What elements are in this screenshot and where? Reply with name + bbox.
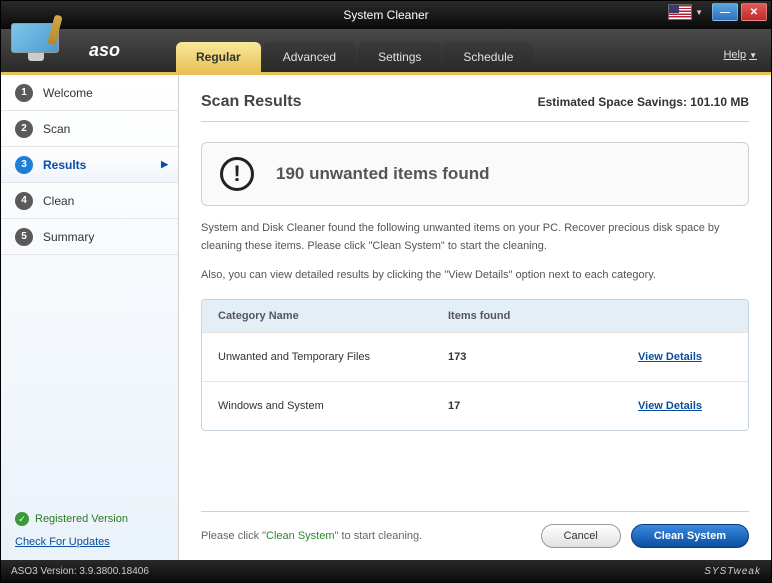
version-text: ASO3 Version: 3.9.3800.18406 [11,566,149,577]
registered-label: Registered Version [35,513,128,525]
step-label: Welcome [43,86,93,100]
sidebar: 1 Welcome 2 Scan 3 Results ▶ 4 Clean 5 S… [1,75,179,560]
sidebar-step-scan[interactable]: 2 Scan [1,111,178,147]
footer-highlight: Clean System [266,530,334,542]
footer-hint: Please click "Clean System" to start cle… [201,530,422,542]
tab-schedule[interactable]: Schedule [443,42,533,72]
help-link[interactable]: Help ▼ [723,49,757,61]
row-name: Unwanted and Temporary Files [218,351,448,363]
content: Scan Results Estimated Space Savings: 10… [179,75,771,560]
step-label: Clean [43,194,74,208]
cancel-button[interactable]: Cancel [541,524,621,548]
row-name: Windows and System [218,400,448,412]
sidebar-bottom: ✓ Registered Version Check For Updates [1,500,178,560]
step-num: 3 [15,156,33,174]
col-items: Items found [448,310,608,322]
view-details-link[interactable]: View Details [638,400,702,412]
step-label: Scan [43,122,70,136]
main-tabs: Regular Advanced Settings Schedule [176,42,535,72]
alert-box: ! 190 unwanted items found [201,142,749,206]
sidebar-step-summary[interactable]: 5 Summary [1,219,178,255]
step-label: Results [43,158,86,172]
app-window: System Cleaner ▼ — ✕ aso Regular Advance… [0,0,772,583]
language-flag-icon[interactable] [668,4,692,20]
step-num: 5 [15,228,33,246]
tab-regular[interactable]: Regular [176,42,261,72]
col-category: Category Name [218,310,448,322]
close-button[interactable]: ✕ [741,3,767,21]
check-icon: ✓ [15,512,29,526]
titlebar-controls: ▼ — ✕ [668,3,767,21]
description-1: System and Disk Cleaner found the follow… [201,220,749,255]
table-header: Category Name Items found [202,300,748,332]
footer-buttons: Cancel Clean System [541,524,749,548]
savings-value: 101.10 MB [690,95,749,109]
page-title: Scan Results [201,93,301,111]
help-label: Help [723,49,746,61]
check-updates-link[interactable]: Check For Updates [15,536,164,548]
col-actions [608,310,732,322]
tab-advanced[interactable]: Advanced [263,42,356,72]
header: aso Regular Advanced Settings Schedule H… [1,29,771,75]
results-table: Category Name Items found Unwanted and T… [201,299,749,431]
description-2: Also, you can view detailed results by c… [201,269,749,281]
space-savings: Estimated Space Savings: 101.10 MB [538,95,749,109]
table-row: Windows and System 17 View Details [202,381,748,430]
row-count: 17 [448,400,608,412]
statusbar: ASO3 Version: 3.9.3800.18406 SYSTweak [1,560,771,582]
titlebar: System Cleaner ▼ — ✕ [1,1,771,29]
tab-settings[interactable]: Settings [358,42,441,72]
language-dropdown-icon[interactable]: ▼ [695,8,703,17]
sidebar-step-welcome[interactable]: 1 Welcome [1,75,178,111]
table-row: Unwanted and Temporary Files 173 View De… [202,332,748,381]
step-num: 1 [15,84,33,102]
app-logo-icon [11,23,61,67]
sidebar-step-clean[interactable]: 4 Clean [1,183,178,219]
registered-status: ✓ Registered Version [15,512,164,526]
chevron-right-icon: ▶ [161,159,168,170]
chevron-down-icon: ▼ [749,51,757,60]
brand-text: SYSTweak [704,566,761,577]
window-title: System Cleaner [343,8,428,22]
row-count: 173 [448,351,608,363]
alert-text: 190 unwanted items found [276,164,489,184]
content-header: Scan Results Estimated Space Savings: 10… [201,93,749,122]
logo-text: aso [89,40,120,61]
warning-icon: ! [220,157,254,191]
minimize-button[interactable]: — [712,3,738,21]
savings-label: Estimated Space Savings: [538,95,691,109]
step-label: Summary [43,230,94,244]
clean-system-button[interactable]: Clean System [631,524,749,548]
step-num: 4 [15,192,33,210]
step-num: 2 [15,120,33,138]
content-footer: Please click "Clean System" to start cle… [201,511,749,548]
view-details-link[interactable]: View Details [638,351,702,363]
sidebar-step-results[interactable]: 3 Results ▶ [1,147,178,183]
logo-area: aso [1,29,176,72]
body: 1 Welcome 2 Scan 3 Results ▶ 4 Clean 5 S… [1,75,771,560]
